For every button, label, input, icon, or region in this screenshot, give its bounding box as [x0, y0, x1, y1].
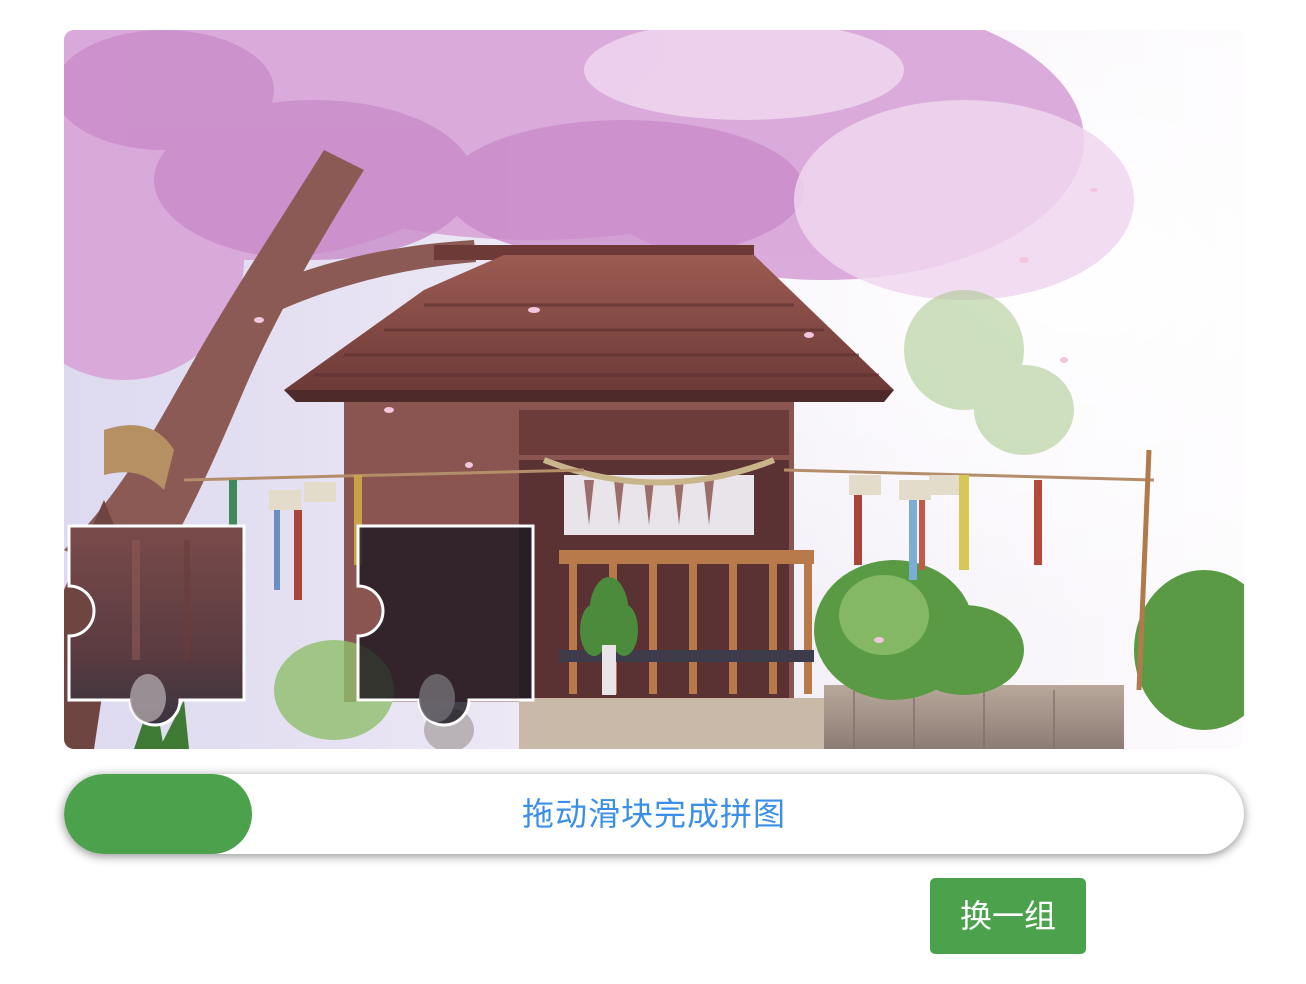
- slider-track[interactable]: 拖动滑块完成拼图: [64, 774, 1244, 854]
- refresh-button[interactable]: 换一组: [930, 878, 1086, 954]
- captcha-background-image: [64, 30, 1244, 749]
- slider-handle[interactable]: [64, 774, 252, 854]
